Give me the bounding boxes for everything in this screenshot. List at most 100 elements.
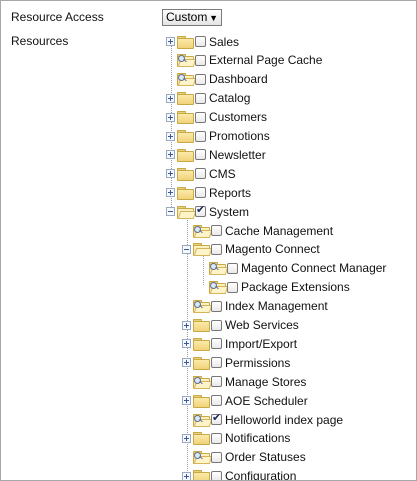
resource-checkbox[interactable]	[211, 300, 222, 312]
resource-checkbox[interactable]	[195, 92, 206, 104]
tree-node[interactable]: Import/Export	[182, 334, 297, 353]
resource-checkbox[interactable]	[195, 149, 206, 161]
tree-node[interactable]: Manage Stores	[182, 372, 306, 391]
expand-plus-icon[interactable]	[182, 433, 191, 443]
resource-checkbox[interactable]	[195, 187, 206, 199]
tree-node[interactable]: Catalog	[166, 89, 250, 108]
resource-checkbox[interactable]	[211, 338, 222, 350]
resource-label: Permissions	[225, 355, 291, 370]
resource-checkbox[interactable]	[211, 411, 222, 425]
resource-checkbox[interactable]	[227, 281, 238, 293]
folder-icon	[193, 394, 210, 408]
folder-icon	[177, 111, 194, 125]
expand-plus-icon[interactable]	[166, 131, 175, 141]
tree-node[interactable]: Notifications	[182, 429, 290, 448]
folder-search-icon	[193, 224, 213, 238]
tree-node[interactable]: Order Statuses	[182, 448, 306, 467]
resource-label: Customers	[209, 110, 268, 125]
tree-node[interactable]: Permissions	[182, 353, 290, 372]
expand-plus-icon[interactable]	[166, 37, 175, 46]
expand-plus-icon[interactable]	[166, 150, 175, 160]
folder-search-icon	[177, 54, 197, 68]
folder-open-icon	[193, 243, 213, 257]
expand-plus-icon[interactable]	[166, 112, 175, 122]
expand-plus-icon[interactable]	[166, 93, 175, 103]
expand-plus-icon[interactable]	[166, 169, 175, 179]
resource-checkbox[interactable]	[195, 203, 206, 218]
resource-checkbox[interactable]	[211, 225, 222, 236]
tree-node[interactable]: Package Extensions	[198, 278, 350, 297]
resource-label: Configuration	[225, 469, 297, 481]
resource-label: Web Services	[225, 318, 299, 332]
resource-checkbox[interactable]	[211, 357, 222, 369]
folder-icon	[193, 319, 210, 332]
resource-label: Import/Export	[225, 336, 298, 351]
resource-label: CMS	[209, 166, 236, 181]
resource-checkbox[interactable]	[195, 130, 206, 142]
role-resources-panel: Resource Access Custom ▼ Resources Sales…	[0, 0, 417, 481]
resource-checkbox[interactable]	[211, 319, 222, 331]
tree-node[interactable]: Magento Connect	[182, 240, 320, 259]
collapse-minus-icon[interactable]	[182, 244, 191, 254]
resource-label: Notifications	[225, 431, 291, 446]
folder-search-icon	[193, 451, 213, 465]
resource-checkbox[interactable]	[211, 243, 222, 255]
tree-node[interactable]: Promotions	[166, 127, 270, 146]
resources-tree: Sales External Page Cache Dashboard Catalog…	[1, 1, 416, 480]
expand-plus-icon[interactable]	[182, 339, 191, 349]
tree-node[interactable]: Dashboard	[166, 70, 268, 89]
folder-icon	[193, 432, 210, 446]
resource-label: Reports	[209, 185, 252, 200]
resource-label: Package Extensions	[241, 280, 350, 295]
expand-plus-icon[interactable]	[182, 471, 191, 480]
tree-node[interactable]: Helloworld index page	[182, 410, 343, 429]
expand-plus-icon[interactable]	[182, 358, 191, 368]
collapse-minus-icon[interactable]	[166, 207, 175, 217]
folder-search-icon	[193, 413, 213, 427]
resource-label: Order Statuses	[225, 450, 306, 465]
folder-icon	[177, 35, 194, 49]
resource-checkbox[interactable]	[211, 451, 222, 463]
tree-node[interactable]: Cache Management	[182, 221, 333, 240]
resource-label: System	[209, 204, 250, 219]
tree-node[interactable]: Configuration	[182, 467, 297, 481]
expand-plus-icon[interactable]	[166, 188, 175, 198]
resource-checkbox[interactable]	[195, 111, 206, 123]
folder-icon	[177, 167, 194, 181]
resource-label: Promotions	[209, 129, 270, 143]
tree-node[interactable]: Newsletter	[166, 145, 266, 164]
resource-label: Magento Connect	[225, 242, 320, 257]
folder-icon	[177, 92, 194, 106]
folder-icon	[177, 186, 194, 200]
folder-search-icon	[193, 375, 213, 389]
resource-checkbox[interactable]	[195, 73, 206, 85]
resource-checkbox[interactable]	[211, 432, 222, 444]
resource-checkbox[interactable]	[195, 36, 206, 47]
resource-checkbox[interactable]	[211, 376, 222, 388]
tree-node[interactable]: Magento Connect Manager	[198, 259, 386, 278]
tree-node[interactable]: External Page Cache	[166, 51, 322, 70]
tree-node[interactable]: Index Management	[182, 297, 328, 316]
resource-label: Newsletter	[209, 147, 266, 162]
resource-label: Cache Management	[225, 223, 334, 238]
tree-node[interactable]: Web Services	[182, 316, 299, 335]
resource-label: AOE Scheduler	[225, 393, 308, 408]
resource-checkbox[interactable]	[227, 262, 238, 274]
tree-node[interactable]: CMS	[166, 164, 236, 183]
expand-plus-icon[interactable]	[182, 396, 191, 406]
tree-node[interactable]: AOE Scheduler	[182, 391, 308, 410]
resource-checkbox[interactable]	[195, 168, 206, 180]
folder-search-icon	[209, 262, 229, 276]
folder-icon	[193, 470, 210, 480]
tree-node[interactable]: Sales	[166, 32, 239, 51]
tree-node[interactable]: Reports	[166, 183, 251, 202]
tree-node[interactable]: Customers	[166, 108, 267, 127]
resource-label: Magento Connect Manager	[241, 261, 387, 276]
expand-plus-icon[interactable]	[182, 320, 191, 330]
resource-label: Manage Stores	[225, 374, 307, 389]
tree-node[interactable]: System	[166, 202, 249, 221]
resource-checkbox[interactable]	[195, 54, 206, 66]
resource-checkbox[interactable]	[211, 395, 222, 407]
folder-icon	[193, 337, 210, 351]
resource-checkbox[interactable]	[211, 470, 222, 480]
